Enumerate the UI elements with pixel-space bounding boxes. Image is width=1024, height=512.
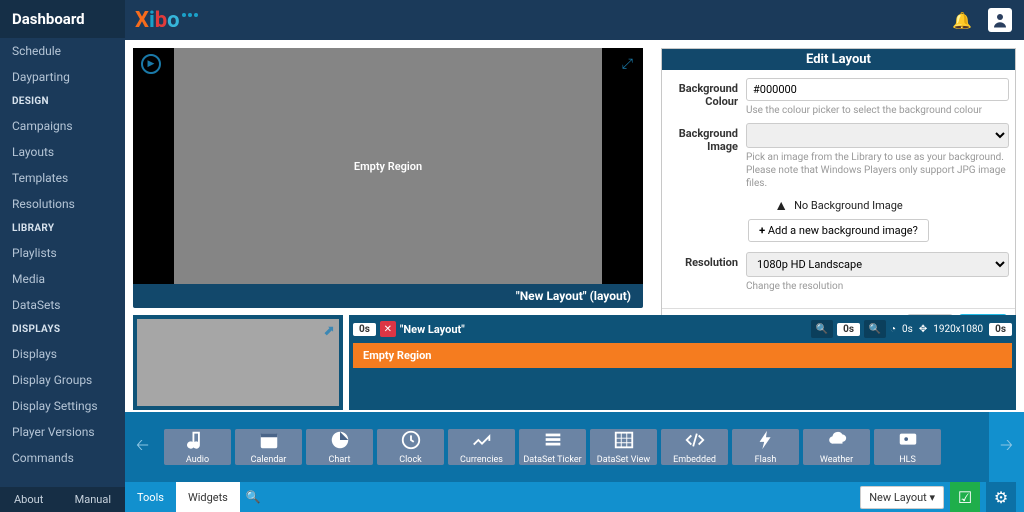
tl-mid: 0s <box>837 323 860 336</box>
widget-dataset-ticker[interactable]: DataSet Ticker <box>519 429 586 465</box>
warning-icon: ▲ <box>774 197 788 214</box>
sidebar-item-dayparting[interactable]: Dayparting <box>0 64 125 90</box>
preview-canvas-wrap: ▶ ⤢ Empty Region <box>133 48 643 284</box>
bgc-label: Background Colour <box>668 78 746 117</box>
gear-icon[interactable]: ⚙ <box>986 482 1016 512</box>
tab-tools[interactable]: Tools <box>125 482 176 512</box>
zoom-in-icon[interactable]: 🔍 <box>864 320 886 338</box>
sidebar-item-playlists[interactable]: Playlists <box>0 240 125 266</box>
bell-icon[interactable]: 🔔 <box>952 11 972 30</box>
sidebar-item-campaigns[interactable]: Campaigns <box>0 113 125 139</box>
res-label: Resolution <box>668 252 746 293</box>
mid-row: ⬈ 0s ✕ "New Layout" 🔍 0s 🔍 ◔0s ✥1920x108… <box>133 315 1016 410</box>
check-button[interactable]: ☑ <box>950 482 980 512</box>
chevron-right-icon[interactable]: 🡢 <box>989 412 1024 482</box>
sidebar-section-displays: DISPLAYS <box>0 318 125 341</box>
timeline-region[interactable]: Empty Region <box>353 343 1012 368</box>
tab-widgets[interactable]: Widgets <box>176 482 240 512</box>
preview-pane: ▶ ⤢ Empty Region "New Layout" (layout) <box>133 48 643 308</box>
bgi-hint: Pick an image from the Library to use as… <box>746 151 1009 190</box>
timeline: 0s ✕ "New Layout" 🔍 0s 🔍 ◔0s ✥1920x1080 … <box>349 315 1016 410</box>
nobg-text: No Background Image <box>794 199 903 212</box>
main: ▶ ⤢ Empty Region "New Layout" (layout) E… <box>125 40 1024 512</box>
avatar[interactable] <box>988 8 1012 32</box>
widget-chart[interactable]: Chart <box>306 429 373 465</box>
sidebar-item-media[interactable]: Media <box>0 266 125 292</box>
widget-dataset-view[interactable]: DataSet View <box>590 429 657 465</box>
edit-region-icon[interactable]: ⬈ <box>323 323 335 339</box>
widget-clock[interactable]: Clock <box>377 429 444 465</box>
sidebar-section-library: LIBRARY <box>0 217 125 240</box>
play-icon[interactable]: ▶ <box>141 54 161 74</box>
res-select[interactable]: 1080p HD Landscape <box>746 252 1009 277</box>
dashboard-title[interactable]: Dashboard <box>0 0 125 38</box>
bottom-bar: Tools Widgets 🔍 New Layout ▾ ☑ ⚙ <box>125 482 1024 512</box>
widget-audio[interactable]: Audio <box>164 429 231 465</box>
widget-flash[interactable]: Flash <box>732 429 799 465</box>
topbar: Xibo 🔔 <box>0 0 1024 40</box>
sidebar-footer: About Manual <box>0 487 125 512</box>
sidebar-item-display-settings[interactable]: Display Settings <box>0 393 125 419</box>
layout-dropdown[interactable]: New Layout ▾ <box>860 486 944 509</box>
widget-calendar[interactable]: Calendar <box>235 429 302 465</box>
sidebar-item-player-versions[interactable]: Player Versions <box>0 419 125 445</box>
expand-icon[interactable]: ⤢ <box>622 56 633 72</box>
widget-weather[interactable]: Weather <box>803 429 870 465</box>
move-icon: ✥ <box>919 324 927 335</box>
search-icon[interactable]: 🔍 <box>246 490 261 504</box>
preview-footer: "New Layout" (layout) <box>133 284 643 308</box>
clock-icon: ◔ <box>890 324 896 335</box>
bgi-label: Background Image <box>668 123 746 190</box>
zoom-out-icon[interactable]: 🔍 <box>811 320 833 338</box>
edit-title: Edit Layout <box>662 49 1015 70</box>
chevron-left-icon[interactable]: 🡠 <box>125 412 160 482</box>
sidebar-about[interactable]: About <box>14 493 43 506</box>
res-hint: Change the resolution <box>746 280 1009 293</box>
sidebar-item-displays[interactable]: Displays <box>0 341 125 367</box>
sidebar-manual[interactable]: Manual <box>75 493 111 506</box>
widget-currencies[interactable]: Currencies <box>448 429 515 465</box>
bgi-select[interactable] <box>746 123 1009 148</box>
add-bg-button[interactable]: + Add a new background image? <box>748 219 929 242</box>
preview-canvas[interactable]: Empty Region <box>174 48 602 284</box>
close-icon[interactable]: ✕ <box>380 321 396 337</box>
sidebar-item-schedule[interactable]: Schedule <box>0 38 125 64</box>
sidebar-item-templates[interactable]: Templates <box>0 165 125 191</box>
sidebar-item-display-groups[interactable]: Display Groups <box>0 367 125 393</box>
tl-end: 0s <box>989 323 1012 336</box>
sidebar: Dashboard Schedule Dayparting DESIGN Cam… <box>0 0 125 512</box>
sidebar-section-design: DESIGN <box>0 90 125 113</box>
sidebar-item-layouts[interactable]: Layouts <box>0 139 125 165</box>
tl-name: "New Layout" <box>400 323 465 336</box>
bgc-input[interactable] <box>746 78 1009 101</box>
bgc-hint: Use the colour picker to select the back… <box>746 104 1009 117</box>
tl-start: 0s <box>353 323 376 336</box>
sidebar-item-datasets[interactable]: DataSets <box>0 292 125 318</box>
sidebar-item-resolutions[interactable]: Resolutions <box>0 191 125 217</box>
widget-embedded[interactable]: Embedded <box>661 429 728 465</box>
logo[interactable]: Xibo <box>135 8 196 33</box>
widget-hls[interactable]: HLS <box>874 429 941 465</box>
edit-panel: Edit Layout Background Colour Use the co… <box>661 48 1016 343</box>
widget-carousel: 🡠 AudioCalendarChartClockCurrenciesDataS… <box>125 412 1024 482</box>
sidebar-item-commands[interactable]: Commands <box>0 445 125 471</box>
thumbnail[interactable]: ⬈ <box>133 315 343 410</box>
